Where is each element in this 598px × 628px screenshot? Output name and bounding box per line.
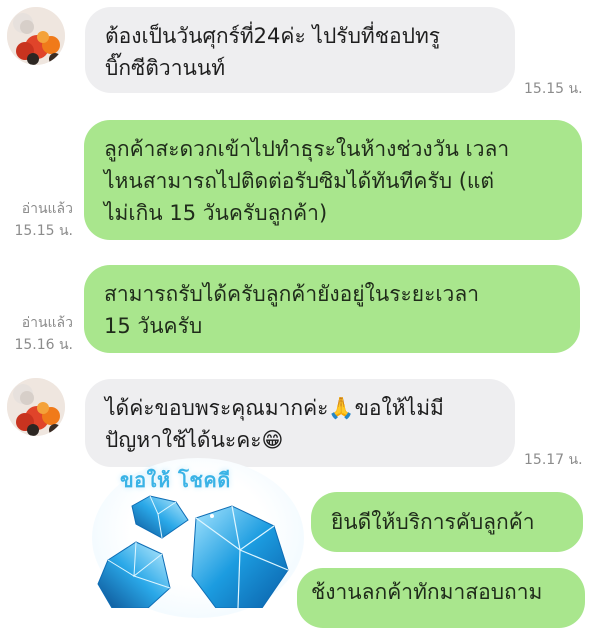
flower-avatar-icon <box>7 378 65 436</box>
message-bubble-incoming[interactable]: ได้ค่ะขอบพระคุณมากค่ะ🙏ขอให้ไม่มี ปัญหาใช… <box>85 379 515 467</box>
message-time: 15.15 น. <box>14 223 73 239</box>
message-bubble-outgoing[interactable]: ลูกค้าสะดวกเข้าไปทำธุระในห้างช่วงวัน เวล… <box>84 120 582 240</box>
message-time: 15.15 น. <box>524 81 583 97</box>
message-time: 15.16 น. <box>14 337 73 353</box>
message-bubble-outgoing[interactable]: ช้งานลกค้าทักมาสอบถาม <box>297 568 585 628</box>
message-bubble-incoming[interactable]: ต้องเป็นวันศุกร์ที่24ค่ะ ไปรับที่ชอปทรู … <box>85 7 515 93</box>
read-receipt: อ่านแล้ว <box>21 315 73 331</box>
sticker-caption: ขอให้ โชคดี <box>120 468 231 492</box>
message-time: 15.17 น. <box>524 452 583 468</box>
read-receipt: อ่านแล้ว <box>21 201 73 217</box>
contact-avatar[interactable] <box>7 378 65 436</box>
message-bubble-outgoing[interactable]: ยินดีให้บริการคับลูกค้า <box>311 492 583 552</box>
contact-avatar[interactable] <box>7 7 65 65</box>
message-bubble-outgoing[interactable]: สามารถรับได้ครับลูกค้ายังอยู่ในระยะเวลา … <box>84 265 580 353</box>
blue-diamond-sticker[interactable]: ขอให้ โชคดี <box>92 458 304 618</box>
flower-avatar-icon <box>7 7 65 65</box>
